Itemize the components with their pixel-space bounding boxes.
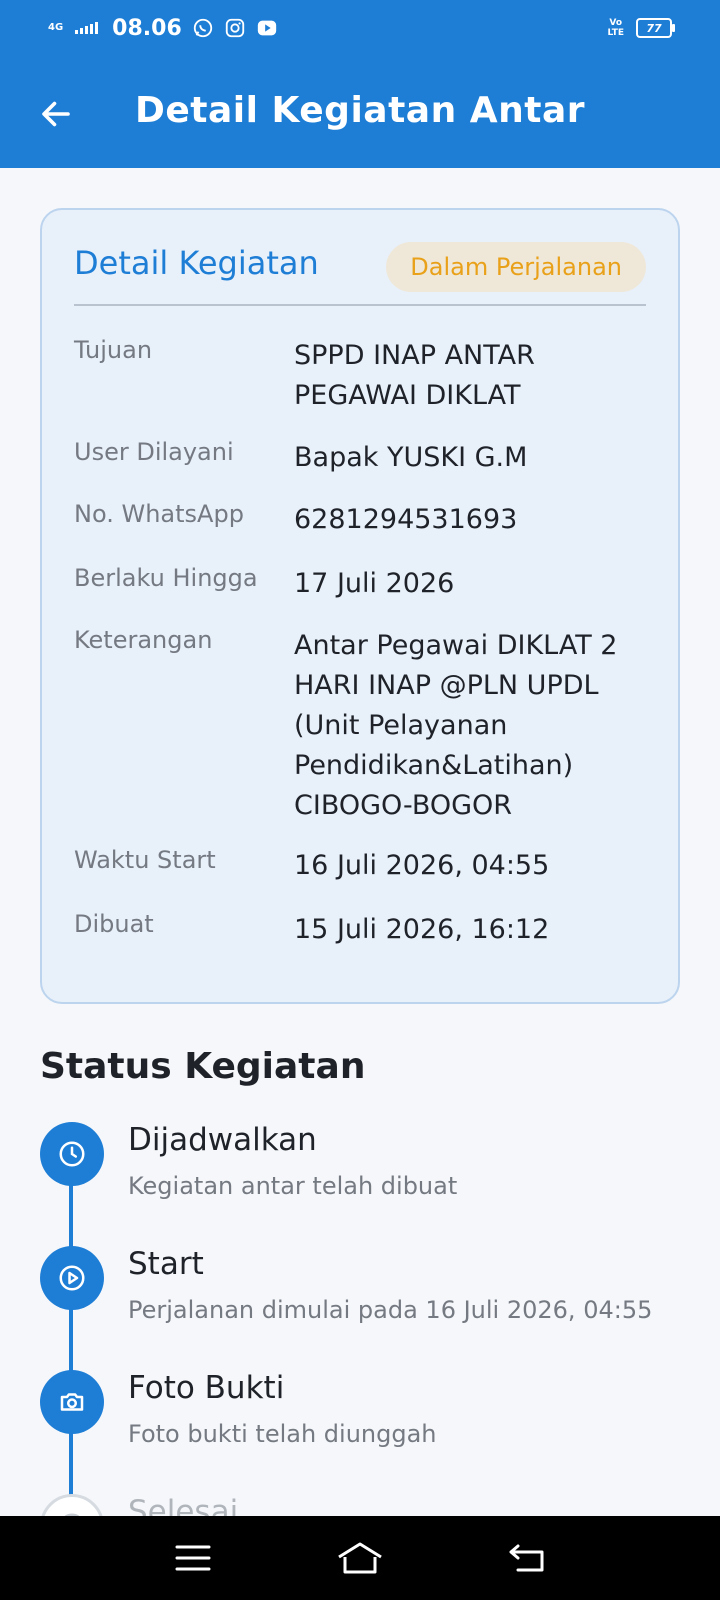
back-nav-icon xyxy=(509,1544,544,1572)
info-value: SPPD INAP ANTAR PEGAWAI DIKLAT xyxy=(294,340,535,411)
menu-icon xyxy=(175,1545,211,1571)
camera-icon xyxy=(40,1370,104,1434)
info-label: Waktu Start xyxy=(74,846,216,874)
instagram-icon xyxy=(225,18,244,38)
status-bar: 4G 08.06 Vo LTE 77 xyxy=(0,0,720,56)
signal-icon xyxy=(75,22,99,34)
battery-level: 77 xyxy=(646,21,662,35)
info-label: Berlaku Hingga xyxy=(74,564,258,592)
info-value: 16 Juli 2026, 04:55 xyxy=(294,850,550,881)
status-section-title: Status Kegiatan xyxy=(40,1046,366,1087)
info-label: No. WhatsApp xyxy=(74,500,244,528)
back-nav-button[interactable] xyxy=(499,1530,555,1586)
whatsapp-icon xyxy=(193,18,212,38)
step-title: Foto Bukti xyxy=(128,1370,285,1406)
volte-indicator: Vo LTE xyxy=(607,18,624,38)
info-label: Keterangan xyxy=(74,626,213,654)
step-title: Dijadwalkan xyxy=(128,1122,317,1158)
step-description: Foto bukti telah diunggah xyxy=(128,1420,437,1448)
status-badge: Dalam Perjalanan xyxy=(386,242,646,292)
info-value: Bapak YUSKI G.M xyxy=(294,442,528,473)
clock-icon xyxy=(40,1122,104,1186)
menu-button[interactable] xyxy=(165,1530,221,1586)
step-description: Perjalanan dimulai pada 16 Juli 2026, 04… xyxy=(128,1296,653,1324)
play-icon xyxy=(40,1246,104,1310)
timeline-line xyxy=(69,1160,73,1500)
system-navigation-bar xyxy=(0,1516,720,1600)
network-type: 4G xyxy=(48,22,64,33)
card-header: Detail Kegiatan Dalam Perjalanan xyxy=(74,242,646,306)
card-title: Detail Kegiatan xyxy=(74,244,319,282)
clock-time: 08.06 xyxy=(112,15,182,41)
info-value: 15 Juli 2026, 16:12 xyxy=(294,914,550,945)
info-label: User Dilayani xyxy=(74,438,234,466)
info-label: Tujuan xyxy=(74,336,153,364)
page-title: Detail Kegiatan Antar xyxy=(134,90,585,131)
youtube-icon xyxy=(257,20,276,36)
step-description: Kegiatan antar telah dibuat xyxy=(128,1172,458,1200)
battery-icon: 77 xyxy=(636,18,675,38)
info-value: 17 Juli 2026 xyxy=(294,568,455,599)
step-title: Start xyxy=(128,1246,204,1282)
home-icon xyxy=(338,1542,382,1574)
detail-card: Detail Kegiatan Dalam Perjalanan Tujuan … xyxy=(40,208,680,1004)
network-indicator: 4G xyxy=(48,23,63,33)
info-value: Antar Pegawai DIKLAT 2 HARI INAP @PLN UP… xyxy=(294,630,618,821)
app-bar: 4G 08.06 Vo LTE 77 Detail Kegiatan Antar xyxy=(0,0,720,168)
info-label: Dibuat xyxy=(74,910,154,938)
info-value: 6281294531693 xyxy=(294,504,518,535)
home-button[interactable] xyxy=(332,1530,388,1586)
